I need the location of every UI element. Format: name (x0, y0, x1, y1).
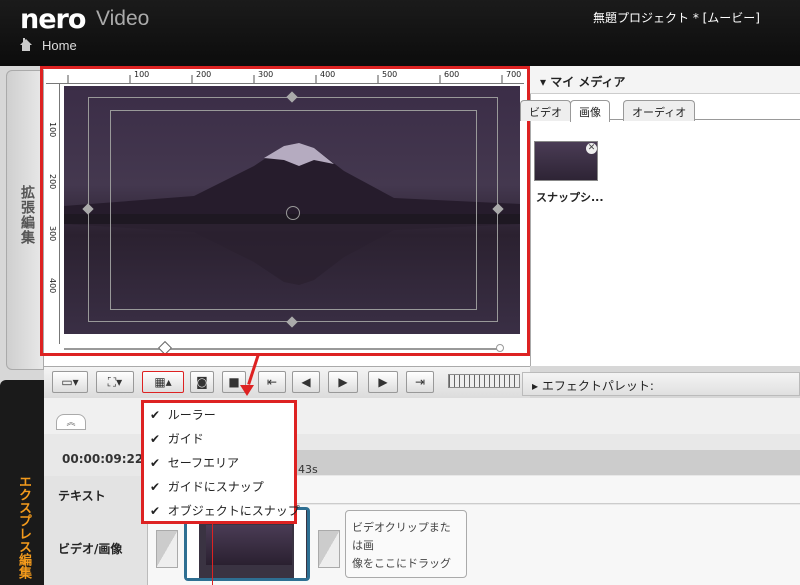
check-icon: ✔ (150, 480, 161, 494)
timecode: 00:00:09:22 (62, 452, 144, 466)
tab-express-edit-label: エクスプレス編集 (16, 475, 31, 579)
step-forward-icon[interactable]: ▶ (368, 371, 398, 393)
project-title: 無題プロジェクト * [ムービー] (593, 11, 760, 25)
check-icon: ✔ (150, 504, 161, 518)
display-mode-button[interactable]: ▭▾ (52, 371, 88, 393)
view-options-button[interactable]: ▦▴ (142, 371, 184, 393)
drop-zone[interactable]: ビデオクリップまたは画 像をここにドラッグ (345, 510, 467, 578)
logo-brand: nero (20, 4, 86, 35)
camera-icon[interactable]: ◙ (190, 371, 214, 393)
track-label-video: ビデオ/画像 (58, 542, 123, 556)
step-back-icon[interactable]: ◀ (292, 371, 320, 393)
menu-item-snap-guide[interactable]: ✔ ガイドにスナップ (150, 478, 264, 495)
check-icon: ✔ (150, 432, 161, 446)
tab-advanced-edit-label: 拡張編集 (19, 185, 35, 245)
go-to-start-icon[interactable]: ⇤ (258, 371, 286, 393)
check-icon: ✔ (150, 456, 161, 470)
menu-item-safe-area[interactable]: ✔ セーフエリア (150, 454, 239, 471)
tab-image[interactable]: 画像 (570, 100, 610, 122)
highlight-frame (40, 66, 530, 356)
drop-hint-line2: 像をここにドラッグ (352, 557, 451, 570)
callout-arrow-head (240, 385, 254, 396)
collapse-icon[interactable]: ︽ (56, 414, 86, 430)
drop-hint-line1: ビデオクリップまたは画 (352, 521, 451, 552)
menu-item-ruler[interactable]: ✔ ルーラー (150, 406, 216, 423)
effects-palette-label: ▸ エフェクトパレット: (532, 379, 654, 393)
menu-item-guide[interactable]: ✔ ガイド (150, 430, 204, 447)
close-icon[interactable]: ✕ (586, 143, 597, 154)
media-item-label: スナップシ... (536, 191, 604, 204)
tab-video[interactable]: ビデオ (520, 100, 571, 121)
media-header-label: ▾ マイ メディア (540, 75, 626, 89)
track-label-text: テキスト (58, 489, 106, 503)
clip-thumbnail (206, 525, 292, 565)
transition-slot[interactable] (318, 530, 340, 568)
home-link[interactable]: Home (42, 38, 77, 53)
go-to-end-icon[interactable]: ⇥ (406, 371, 434, 393)
play-icon[interactable]: ▶ (328, 371, 358, 393)
ruler-time-label: 43s (298, 463, 318, 476)
fit-view-button[interactable]: ⛶▾ (96, 371, 134, 393)
menu-item-snap-object[interactable]: ✔ オブジェクトにスナップ (150, 502, 300, 519)
zoom-slider[interactable] (448, 374, 520, 388)
home-icon[interactable] (20, 38, 32, 51)
tab-audio[interactable]: オーディオ (623, 100, 696, 121)
check-icon: ✔ (150, 408, 161, 422)
logo-product: Video (96, 7, 150, 30)
transition-slot[interactable] (156, 530, 178, 568)
